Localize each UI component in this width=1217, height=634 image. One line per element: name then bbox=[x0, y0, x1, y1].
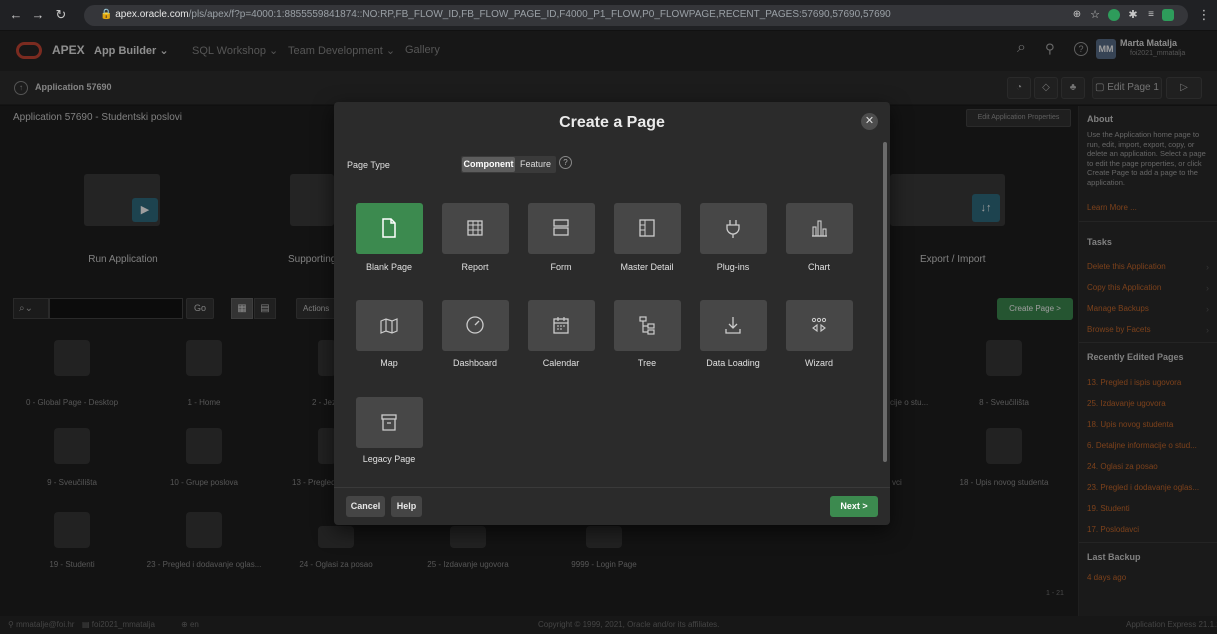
tile-calendar[interactable] bbox=[528, 300, 595, 351]
tile-label[interactable]: Form bbox=[511, 262, 611, 272]
address-bar[interactable]: 🔒 apex.oracle.com/pls/apex/f?p=4000:1:88… bbox=[84, 5, 1188, 26]
map-icon bbox=[380, 318, 398, 334]
back-icon[interactable]: ← bbox=[8, 7, 24, 23]
tile-map[interactable] bbox=[356, 300, 423, 351]
feature-toggle-button[interactable]: Feature bbox=[516, 157, 555, 172]
calendar-icon bbox=[553, 317, 569, 334]
tile-label[interactable]: Plug-ins bbox=[683, 262, 783, 272]
tile-label[interactable]: Data Loading bbox=[683, 358, 783, 368]
reload-icon[interactable]: ↻ bbox=[53, 7, 69, 23]
tile-label[interactable]: Calendar bbox=[511, 358, 611, 368]
tile-chart[interactable] bbox=[786, 203, 853, 254]
tile-label[interactable]: Tree bbox=[597, 358, 697, 368]
tile-form[interactable] bbox=[528, 203, 595, 254]
tile-label[interactable]: Dashboard bbox=[425, 358, 525, 368]
extension-icon[interactable] bbox=[1108, 9, 1120, 21]
tile-label[interactable]: Report bbox=[425, 262, 525, 272]
tile-tree[interactable] bbox=[614, 300, 681, 351]
reading-list-icon[interactable]: ≡ bbox=[1143, 7, 1159, 23]
tile-data-loading[interactable] bbox=[700, 300, 767, 351]
dashboard-icon bbox=[466, 316, 484, 334]
dialog-footer: Cancel Help Next > bbox=[334, 487, 890, 525]
blank-page-icon bbox=[382, 218, 396, 238]
form-icon bbox=[553, 219, 569, 236]
tile-report[interactable] bbox=[442, 203, 509, 254]
plug-icon bbox=[726, 220, 740, 238]
tile-label[interactable]: Master Detail bbox=[597, 262, 697, 272]
profile-icon[interactable] bbox=[1162, 9, 1174, 21]
master-detail-icon bbox=[639, 219, 655, 237]
help-icon[interactable]: ? bbox=[559, 156, 572, 169]
browser-menu-icon[interactable]: ⋮ bbox=[1196, 7, 1212, 23]
dialog-scrollbar[interactable] bbox=[883, 142, 887, 462]
url-text: 🔒 apex.oracle.com/pls/apex/f?p=4000:1:88… bbox=[100, 9, 891, 20]
tile-wizard[interactable] bbox=[786, 300, 853, 351]
report-icon bbox=[467, 220, 483, 236]
dialog-title: Create a Page bbox=[559, 114, 665, 131]
tree-icon bbox=[639, 316, 655, 335]
tile-legacy-page[interactable] bbox=[356, 397, 423, 448]
tile-label[interactable]: Map bbox=[339, 358, 439, 368]
data-loading-icon bbox=[725, 317, 741, 334]
forward-icon[interactable]: → bbox=[30, 7, 46, 23]
chart-icon bbox=[812, 220, 827, 237]
page-type-label: Page Type bbox=[347, 160, 390, 170]
cancel-button[interactable]: Cancel bbox=[346, 496, 385, 517]
extension-puzzle-icon[interactable]: ✱ bbox=[1125, 7, 1141, 23]
legacy-page-icon bbox=[381, 414, 397, 431]
tile-label[interactable]: Legacy Page bbox=[339, 454, 439, 464]
zoom-icon[interactable]: ⊕ bbox=[1069, 7, 1085, 23]
tile-master-detail[interactable] bbox=[614, 203, 681, 254]
tile-label[interactable]: Wizard bbox=[769, 358, 869, 368]
browser-toolbar: ← → ↻ 🔒 apex.oracle.com/pls/apex/f?p=400… bbox=[0, 0, 1217, 31]
tile-plug-ins[interactable] bbox=[700, 203, 767, 254]
create-page-dialog: Create a Page ✕ Page Type Component Feat… bbox=[334, 102, 890, 525]
next-button[interactable]: Next > bbox=[830, 496, 878, 517]
tile-label[interactable]: Blank Page bbox=[339, 262, 439, 272]
tile-label[interactable]: Chart bbox=[769, 262, 869, 272]
bookmark-star-icon[interactable]: ☆ bbox=[1087, 7, 1103, 23]
help-button[interactable]: Help bbox=[391, 496, 422, 517]
close-icon[interactable]: ✕ bbox=[861, 113, 878, 130]
page-type-toggle: Component Feature bbox=[461, 156, 556, 173]
component-toggle-button[interactable]: Component bbox=[462, 157, 515, 172]
wizard-icon bbox=[811, 317, 827, 333]
tile-dashboard[interactable] bbox=[442, 300, 509, 351]
tile-blank-page[interactable] bbox=[356, 203, 423, 254]
